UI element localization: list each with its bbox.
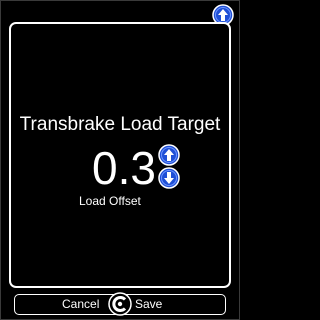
cancel-button[interactable]: Cancel [62, 297, 99, 312]
value-label: Load Offset [79, 194, 141, 208]
selector-dial[interactable] [108, 292, 132, 316]
decrement-button[interactable] [158, 167, 180, 189]
dial-icon [108, 292, 132, 316]
save-button[interactable]: Save [135, 297, 162, 312]
page-title: Transbrake Load Target [19, 114, 221, 135]
arrow-up-icon [158, 144, 180, 166]
value-display: 0.3 [92, 142, 156, 194]
arrow-down-icon [158, 167, 180, 189]
increment-button[interactable] [158, 144, 180, 166]
